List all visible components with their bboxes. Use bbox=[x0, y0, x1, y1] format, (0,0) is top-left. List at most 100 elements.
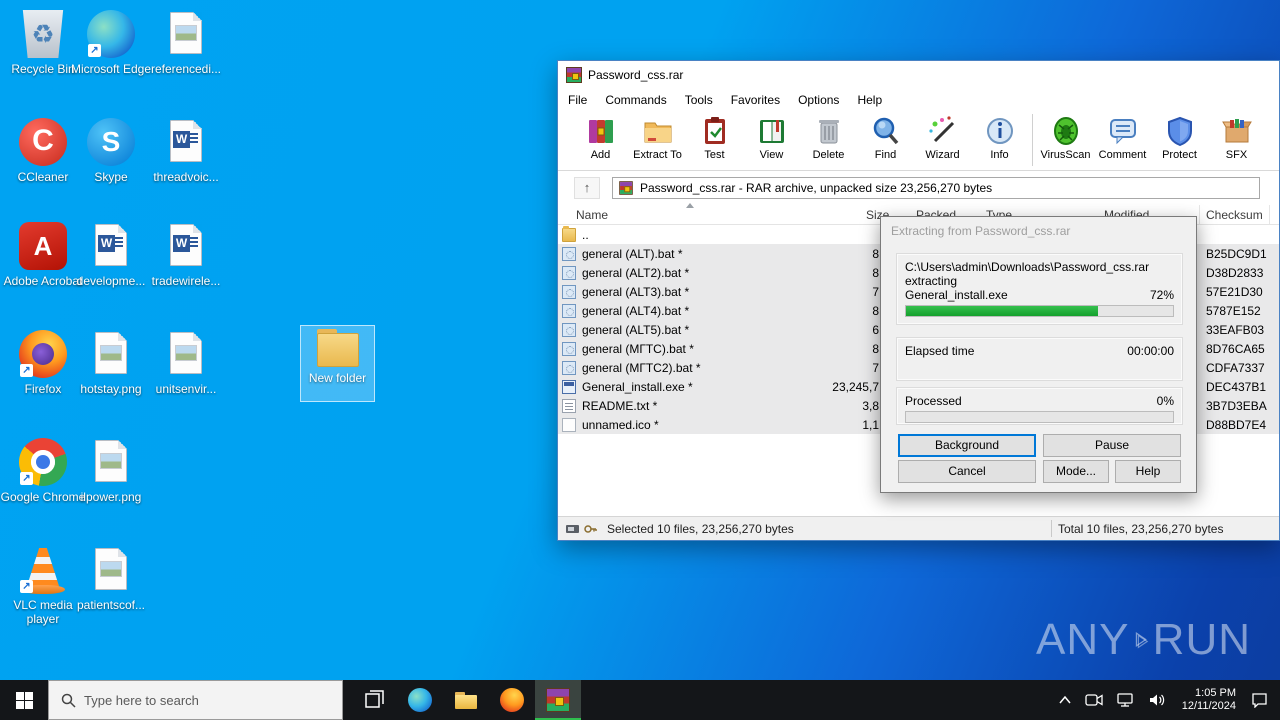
file-explorer-icon bbox=[454, 688, 478, 712]
elapsed-time-value: 00:00:00 bbox=[1127, 344, 1174, 358]
taskbar-winrar-button[interactable] bbox=[535, 680, 581, 720]
wizard-button[interactable]: Wizard bbox=[914, 111, 971, 169]
dialog-title[interactable]: Extracting from Password_css.rar bbox=[881, 217, 1196, 245]
taskbar-firefox-button[interactable] bbox=[489, 680, 535, 720]
menu-options[interactable]: Options bbox=[798, 93, 839, 107]
find-button[interactable]: Find bbox=[857, 111, 914, 169]
tray-chevron-button[interactable] bbox=[1052, 680, 1078, 720]
pause-button[interactable]: Pause bbox=[1043, 434, 1181, 457]
delete-button[interactable]: Delete bbox=[800, 111, 857, 169]
image-file-icon bbox=[87, 438, 135, 486]
windows-logo-icon bbox=[15, 691, 33, 709]
menu-favorites[interactable]: Favorites bbox=[731, 93, 780, 107]
desktop-icon-threadvoic[interactable]: W threadvoic... bbox=[143, 118, 229, 184]
winrar-titlebar[interactable]: Password_css.rar bbox=[558, 61, 1279, 89]
comment-button[interactable]: Comment bbox=[1094, 111, 1151, 169]
clock-time: 1:05 PM bbox=[1195, 687, 1236, 699]
taskbar-search[interactable]: Type here to search bbox=[48, 680, 343, 720]
status-divider bbox=[1051, 520, 1052, 537]
add-button[interactable]: Add bbox=[572, 111, 629, 169]
desktop-icon-unitsenvir[interactable]: unitsenvir... bbox=[143, 330, 229, 396]
processed-label: Processed bbox=[905, 394, 962, 408]
desktop-icon-label: threadvoic... bbox=[153, 170, 219, 184]
desktop-icon-patientscof[interactable]: patientscof... bbox=[68, 546, 154, 612]
up-one-level-button[interactable]: ↑ bbox=[574, 177, 600, 199]
help-button[interactable]: Help bbox=[1115, 460, 1181, 483]
desktop-icon-label: referencedi... bbox=[150, 62, 222, 76]
ico-file-icon bbox=[562, 417, 576, 432]
desktop-icon-new-folder[interactable]: New folder bbox=[300, 325, 375, 402]
desktop-icon-referencedi[interactable]: referencedi... bbox=[143, 10, 229, 76]
column-divider bbox=[1269, 205, 1270, 224]
desktop-icon-label: unitsenvir... bbox=[155, 382, 217, 396]
winrar-app-icon bbox=[566, 67, 582, 83]
archive-address-text: Password_css.rar - RAR archive, unpacked… bbox=[640, 181, 993, 195]
clock-date: 12/11/2024 bbox=[1181, 700, 1236, 712]
action-center-button[interactable] bbox=[1244, 680, 1280, 720]
desktop-icon-developme[interactable]: W developme... bbox=[68, 222, 154, 288]
menu-help[interactable]: Help bbox=[857, 93, 882, 107]
cancel-button[interactable]: Cancel bbox=[898, 460, 1036, 483]
processed-percent-text: 0% bbox=[1156, 394, 1174, 408]
winrar-menubar: File Commands Tools Favorites Options He… bbox=[558, 89, 1279, 111]
desktop-icon-skype[interactable]: S Skype bbox=[68, 118, 154, 184]
desktop-icon-ilpower-png[interactable]: ilpower.png bbox=[68, 438, 154, 504]
protect-button[interactable]: Protect bbox=[1151, 111, 1208, 169]
network-icon bbox=[1117, 693, 1133, 707]
extract-progress-fill bbox=[906, 306, 1099, 316]
column-checksum[interactable]: Checksum bbox=[1206, 208, 1263, 222]
mode-button[interactable]: Mode... bbox=[1043, 460, 1109, 483]
winrar-archive-icon bbox=[619, 181, 633, 195]
processed-group: Processed 0% bbox=[896, 387, 1183, 425]
archive-address-combo[interactable]: Password_css.rar - RAR archive, unpacked… bbox=[612, 177, 1260, 199]
tray-volume-button[interactable] bbox=[1142, 680, 1174, 720]
bat-file-icon bbox=[562, 360, 576, 375]
start-button[interactable] bbox=[0, 680, 48, 720]
search-placeholder: Type here to search bbox=[84, 692, 199, 708]
status-selected-text: Selected 10 files, 23,256,270 bytes bbox=[607, 521, 794, 536]
desktop-icon-tradewirele[interactable]: W tradewirele... bbox=[143, 222, 229, 288]
info-button[interactable]: Info bbox=[971, 111, 1028, 169]
extract-to-button[interactable]: Extract To bbox=[629, 111, 686, 169]
shortcut-arrow-icon: ↗ bbox=[88, 44, 101, 57]
bat-file-icon bbox=[562, 341, 576, 356]
speaker-icon bbox=[1149, 694, 1164, 706]
current-percent-text: 72% bbox=[1149, 288, 1174, 302]
edge-icon: ↗ bbox=[87, 10, 135, 58]
extract-progress-bar bbox=[905, 305, 1174, 317]
action-center-icon bbox=[1252, 692, 1267, 708]
tray-meet-now-button[interactable] bbox=[1078, 680, 1110, 720]
winrar-icon bbox=[546, 688, 570, 712]
disk-icon bbox=[566, 524, 579, 533]
desktop-icon-label: New folder bbox=[308, 371, 367, 385]
chrome-icon: ↗ bbox=[19, 438, 67, 486]
desktop-icon-hotstay-png[interactable]: hotstay.png bbox=[68, 330, 154, 396]
image-file-icon bbox=[162, 10, 210, 58]
sfx-button[interactable]: SFX bbox=[1208, 111, 1265, 169]
ccleaner-icon: C bbox=[19, 118, 67, 166]
elapsed-time-label: Elapsed time bbox=[905, 344, 975, 358]
watermark-run-text: RUN bbox=[1152, 615, 1251, 664]
view-button[interactable]: View bbox=[743, 111, 800, 169]
menu-commands[interactable]: Commands bbox=[605, 93, 666, 107]
taskbar-clock[interactable]: 1:05 PM 12/11/2024 bbox=[1174, 687, 1244, 713]
sfx-box-icon bbox=[1221, 119, 1252, 143]
vlc-icon: ↗ bbox=[19, 546, 67, 594]
comment-bubble-icon bbox=[1109, 119, 1136, 145]
desktop-icon-microsoft-edge[interactable]: ↗ Microsoft Edge bbox=[68, 10, 154, 76]
background-button[interactable]: Background bbox=[898, 434, 1036, 457]
desktop-icon-label: Skype bbox=[94, 170, 128, 184]
taskbar-explorer-button[interactable] bbox=[443, 680, 489, 720]
virusscan-bug-icon bbox=[1053, 117, 1078, 145]
virusscan-button[interactable]: VirusScan bbox=[1037, 111, 1094, 169]
folder-up-icon bbox=[562, 225, 576, 242]
menu-file[interactable]: File bbox=[568, 93, 587, 107]
test-button[interactable]: Test bbox=[686, 111, 743, 169]
taskbar-edge-button[interactable] bbox=[397, 680, 443, 720]
menu-tools[interactable]: Tools bbox=[685, 93, 713, 107]
task-view-button[interactable] bbox=[351, 680, 397, 720]
column-name[interactable]: Name bbox=[576, 208, 608, 222]
tray-network-button[interactable] bbox=[1110, 680, 1142, 720]
shortcut-arrow-icon: ↗ bbox=[20, 472, 33, 485]
add-books-icon bbox=[588, 120, 613, 143]
